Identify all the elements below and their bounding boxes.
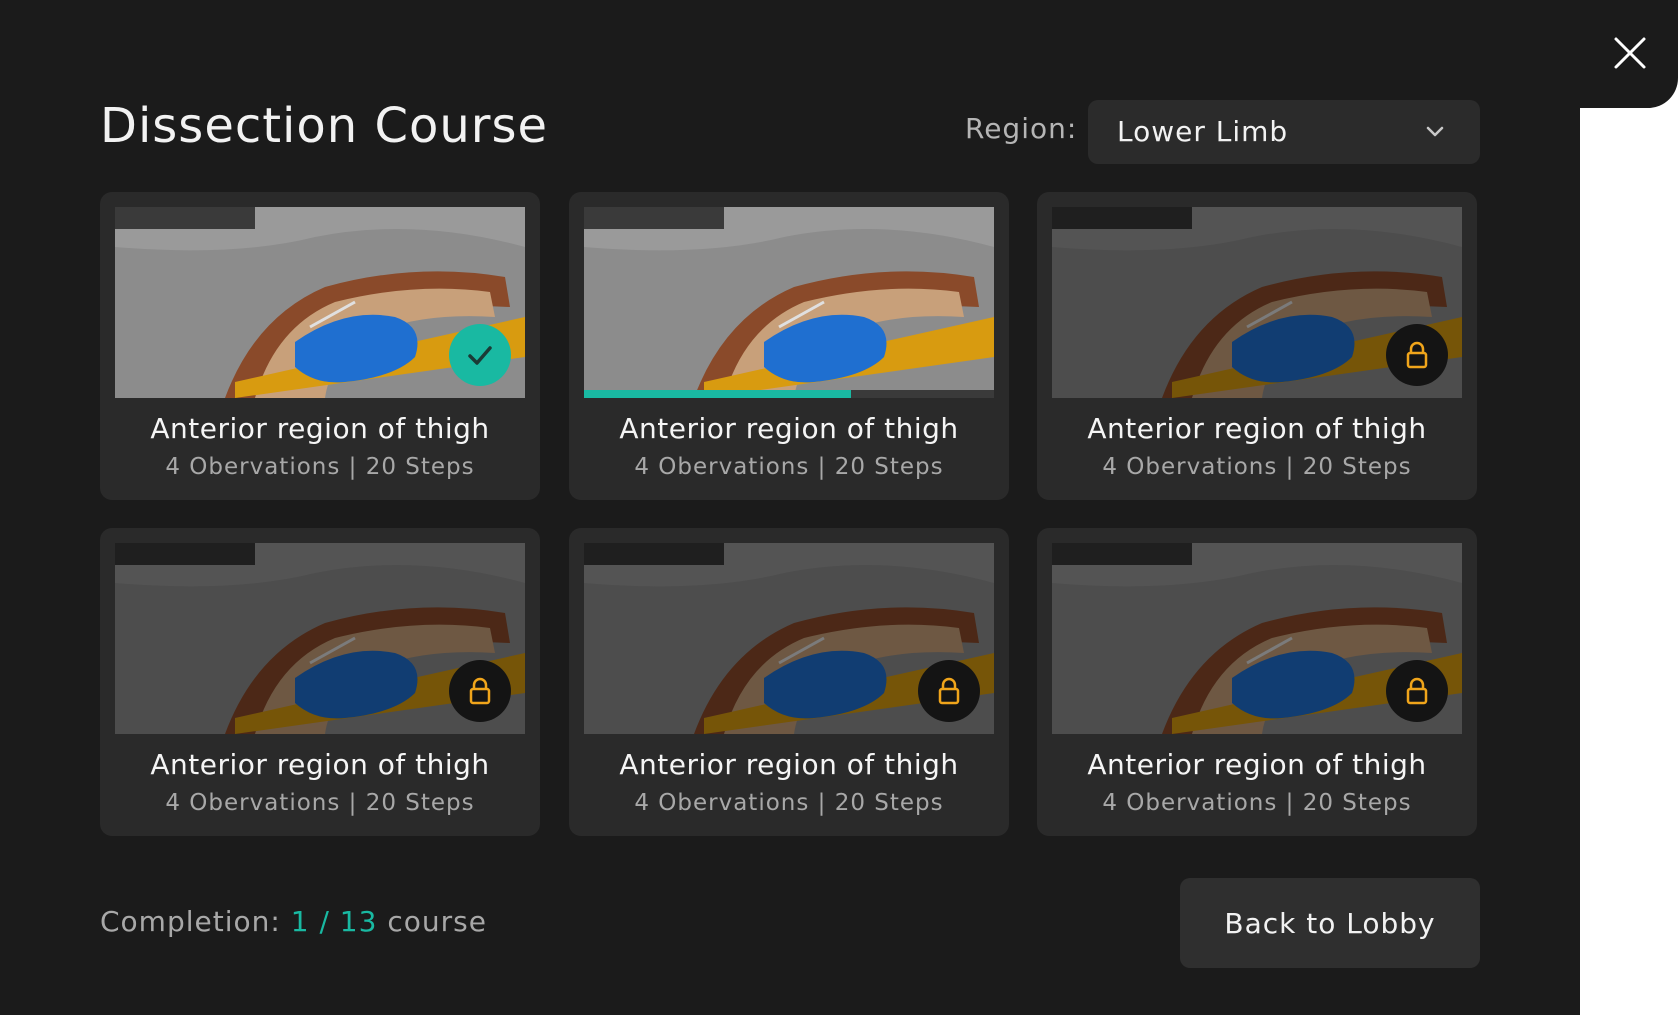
- course-card[interactable]: Anterior region of thigh 4 Obervations | …: [569, 192, 1009, 500]
- course-thumbnail: [115, 543, 525, 734]
- card-title: Anterior region of thigh: [619, 412, 959, 445]
- completion-label: Completion:: [100, 905, 281, 938]
- card-subtitle: 4 Obervations | 20 Steps: [1102, 790, 1412, 816]
- course-card[interactable]: Anterior region of thigh 4 Obervations | …: [1037, 192, 1477, 500]
- lock-icon: [938, 677, 960, 705]
- close-icon: [1614, 37, 1646, 69]
- card-subtitle: 4 Obervations | 20 Steps: [634, 790, 944, 816]
- course-panel: Dissection Course Region: Lower Limb Ant…: [0, 0, 1580, 1015]
- course-thumbnail: [584, 543, 994, 734]
- course-card[interactable]: Anterior region of thigh 4 Obervations | …: [100, 528, 540, 836]
- course-card[interactable]: Anterior region of thigh 4 Obervations | …: [569, 528, 1009, 836]
- locked-badge: [1386, 660, 1448, 722]
- locked-badge: [449, 660, 511, 722]
- card-subtitle: 4 Obervations | 20 Steps: [165, 454, 475, 480]
- card-title: Anterior region of thigh: [1087, 412, 1427, 445]
- course-card[interactable]: Anterior region of thigh 4 Obervations | …: [1037, 528, 1477, 836]
- card-title: Anterior region of thigh: [150, 748, 490, 781]
- thumbnail-image: [584, 207, 994, 398]
- close-button[interactable]: [1560, 0, 1678, 108]
- course-thumbnail: [1052, 543, 1462, 734]
- card-subtitle: 4 Obervations | 20 Steps: [1102, 454, 1412, 480]
- lock-icon: [1406, 341, 1428, 369]
- region-dropdown[interactable]: Lower Limb: [1088, 100, 1480, 164]
- card-subtitle: 4 Obervations | 20 Steps: [165, 790, 475, 816]
- progress-bar: [584, 390, 851, 398]
- completion-total: 13: [339, 905, 378, 938]
- card-title: Anterior region of thigh: [619, 748, 959, 781]
- back-to-lobby-button[interactable]: Back to Lobby: [1180, 878, 1480, 968]
- lock-icon: [469, 677, 491, 705]
- course-thumbnail: [1052, 207, 1462, 398]
- completion-done: 1: [290, 905, 310, 938]
- region-label: Region:: [965, 112, 1078, 145]
- course-card[interactable]: Anterior region of thigh 4 Obervations | …: [100, 192, 540, 500]
- region-selected-value: Lower Limb: [1117, 115, 1289, 148]
- completion-unit: course: [387, 905, 487, 938]
- completed-badge: [449, 324, 511, 386]
- completion-separator: /: [319, 905, 330, 938]
- card-title: Anterior region of thigh: [150, 412, 490, 445]
- card-title: Anterior region of thigh: [1087, 748, 1427, 781]
- locked-badge: [918, 660, 980, 722]
- course-thumbnail: [584, 207, 994, 398]
- card-subtitle: 4 Obervations | 20 Steps: [634, 454, 944, 480]
- course-thumbnail: [115, 207, 525, 398]
- check-icon: [468, 346, 492, 365]
- locked-badge: [1386, 324, 1448, 386]
- page-title: Dissection Course: [100, 98, 549, 154]
- completion-status: Completion: 1 / 13 course: [100, 905, 487, 938]
- lock-icon: [1406, 677, 1428, 705]
- chevron-down-icon: [1426, 126, 1444, 137]
